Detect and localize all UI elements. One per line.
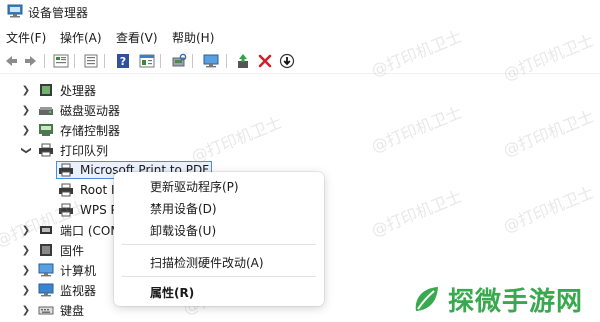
keyboard-icon bbox=[38, 306, 54, 315]
chevron-right-icon[interactable]: ❯ bbox=[20, 225, 32, 236]
tree-item-monitors[interactable]: ❯ 监视器 bbox=[20, 280, 96, 300]
chevron-right-icon[interactable]: ❯ bbox=[20, 105, 32, 116]
monitor-icon bbox=[38, 283, 54, 297]
tree-item-label: 打印队列 bbox=[60, 143, 109, 158]
chevron-down-icon[interactable]: ❯ bbox=[21, 144, 32, 156]
chevron-right-icon[interactable]: ❯ bbox=[20, 85, 32, 96]
watermark: @打印机卫士 bbox=[188, 112, 285, 167]
menu-action[interactable]: 操作(A) bbox=[60, 29, 102, 46]
toolbar-separator bbox=[226, 54, 227, 68]
watermark: @打印机卫士 bbox=[368, 102, 465, 157]
tree-item-keyboards[interactable]: ❯ 键盘 bbox=[20, 300, 84, 320]
help-icon[interactable]: ? bbox=[114, 52, 132, 70]
printer-icon bbox=[59, 203, 73, 217]
site-logo: 探微手游网 bbox=[410, 280, 596, 318]
menu-file[interactable]: 文件(F) bbox=[6, 29, 46, 46]
tree-item-label: WPS P bbox=[80, 203, 118, 217]
forward-icon[interactable] bbox=[22, 52, 40, 70]
title-bar: 设备管理器 bbox=[0, 0, 600, 24]
chevron-right-icon[interactable]: ❯ bbox=[20, 265, 32, 276]
device-view-icon[interactable] bbox=[52, 52, 70, 70]
toolbar-separator bbox=[74, 54, 75, 68]
context-scan-hardware[interactable]: 扫描检测硬件改动(A) bbox=[150, 254, 264, 271]
back-icon[interactable] bbox=[2, 52, 20, 70]
toolbar-separator bbox=[104, 54, 105, 68]
storage-controller-icon bbox=[39, 124, 53, 136]
toolbar-separator bbox=[44, 54, 45, 68]
tree-item-wps-printer[interactable]: WPS P bbox=[58, 200, 118, 220]
chevron-right-icon[interactable]: ❯ bbox=[20, 285, 32, 296]
svg-text:?: ? bbox=[120, 55, 126, 68]
tree-item-label: 存储控制器 bbox=[60, 123, 121, 138]
tree-item-label: 键盘 bbox=[60, 303, 85, 318]
chevron-right-icon[interactable]: ❯ bbox=[20, 125, 32, 136]
disable-icon[interactable] bbox=[278, 52, 296, 70]
context-properties[interactable]: 属性(R) bbox=[150, 284, 194, 301]
leaf-logo-icon bbox=[415, 287, 438, 311]
tree-item-label: Root I bbox=[80, 183, 115, 197]
tree-item-print-queues[interactable]: ❯ 打印队列 bbox=[20, 140, 108, 160]
context-uninstall-device[interactable]: 卸载设备(U) bbox=[150, 222, 216, 239]
cpu-icon bbox=[40, 84, 52, 96]
tree-item-root-printer[interactable]: Root I bbox=[58, 180, 115, 200]
watermark: @打印机卫士 bbox=[368, 186, 465, 241]
tree-item-label: 磁盘驱动器 bbox=[60, 103, 121, 118]
monitor-icon[interactable] bbox=[202, 52, 220, 70]
tree-item-label: 计算机 bbox=[60, 263, 97, 278]
tree-item-label: 处理器 bbox=[60, 83, 97, 98]
tree-item-processor[interactable]: ❯ 处理器 bbox=[20, 80, 96, 100]
uninstall-icon[interactable] bbox=[256, 52, 274, 70]
disk-drive-icon bbox=[39, 107, 53, 115]
toolbar-separator bbox=[192, 54, 193, 68]
chevron-right-icon[interactable]: ❯ bbox=[20, 305, 32, 316]
firmware-icon bbox=[40, 244, 52, 256]
printer-queue-icon bbox=[39, 143, 53, 157]
tree-item-label: 监视器 bbox=[60, 283, 97, 298]
tree-item-computer[interactable]: ❯ 计算机 bbox=[20, 260, 96, 280]
context-menu: 更新驱动程序(P) 禁用设备(D) 卸载设备(U) 扫描检测硬件改动(A) 属性… bbox=[114, 172, 324, 306]
port-icon bbox=[40, 226, 52, 234]
device-manager-icon bbox=[7, 4, 23, 18]
tree-item-firmware[interactable]: ❯ 固件 bbox=[20, 240, 84, 260]
properties-icon[interactable] bbox=[82, 52, 100, 70]
context-separator bbox=[122, 244, 316, 245]
scan-hardware-icon[interactable] bbox=[170, 52, 188, 70]
watermark: @打印机卫士 bbox=[500, 106, 597, 161]
window-title: 设备管理器 bbox=[28, 6, 89, 20]
tree-item-storage-controllers[interactable]: ❯ 存储控制器 bbox=[20, 120, 120, 140]
computer-icon bbox=[38, 263, 54, 277]
toolbar: ? bbox=[0, 48, 600, 74]
logo-text: 探微手游网 bbox=[448, 286, 584, 317]
menu-bar: 文件(F) 操作(A) 查看(V) 帮助(H) bbox=[0, 26, 600, 46]
chevron-right-icon[interactable]: ❯ bbox=[20, 245, 32, 256]
tree-item-disk-drives[interactable]: ❯ 磁盘驱动器 bbox=[20, 100, 120, 120]
update-driver-icon[interactable] bbox=[234, 52, 252, 70]
printer-icon bbox=[59, 163, 73, 177]
context-update-driver[interactable]: 更新驱动程序(P) bbox=[150, 178, 239, 195]
toolbar-separator bbox=[160, 54, 161, 68]
tree-item-ports[interactable]: ❯ 端口 (COM bbox=[20, 220, 121, 240]
printer-icon bbox=[59, 183, 73, 197]
watermark: @打印机卫士 bbox=[500, 182, 597, 237]
menu-view[interactable]: 查看(V) bbox=[116, 29, 158, 46]
tree-item-label: 固件 bbox=[60, 243, 85, 258]
resources-icon[interactable] bbox=[138, 52, 156, 70]
tree-item-label: 端口 (COM bbox=[60, 223, 121, 238]
menu-help[interactable]: 帮助(H) bbox=[172, 29, 214, 46]
context-disable-device[interactable]: 禁用设备(D) bbox=[150, 200, 217, 217]
context-separator bbox=[122, 276, 316, 277]
